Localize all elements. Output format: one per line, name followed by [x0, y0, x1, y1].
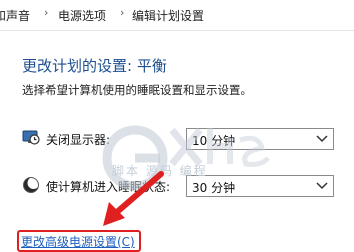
- breadcrumb-separator-icon: ›: [120, 6, 125, 19]
- chevron-down-icon: [316, 135, 328, 143]
- advanced-power-settings-link[interactable]: 更改高级电源设置(C): [21, 233, 135, 250]
- sleep-value: 30 分钟: [192, 181, 236, 195]
- page-subtitle: 选择希望计算机使用的睡眠设置和显示设置。: [22, 83, 252, 97]
- breadcrumb: 和声音 › 电源选项 › 编辑计划设置: [0, 0, 354, 31]
- chevron-down-icon: [316, 182, 328, 190]
- breadcrumb-item-sound[interactable]: 和声音: [0, 7, 30, 24]
- turn-off-display-select[interactable]: 10 分钟: [186, 128, 334, 150]
- turn-off-display-value: 10 分钟: [192, 134, 236, 148]
- breadcrumb-item-power-options[interactable]: 电源选项: [58, 7, 106, 24]
- breadcrumb-item-edit-plan: 编辑计划设置: [132, 9, 205, 23]
- sleep-select[interactable]: 30 分钟: [186, 175, 334, 197]
- breadcrumb-separator-icon: ›: [44, 6, 49, 19]
- annotation-arrow-icon: [103, 171, 164, 226]
- moon-sleep-icon: [23, 177, 40, 193]
- advanced-settings-highlight: 更改高级电源设置(C): [17, 230, 141, 252]
- turn-off-display-label: 关闭显示器:: [46, 133, 111, 147]
- monitor-clock-icon: [22, 130, 40, 145]
- page-title: 更改计划的设置: 平衡: [22, 57, 167, 75]
